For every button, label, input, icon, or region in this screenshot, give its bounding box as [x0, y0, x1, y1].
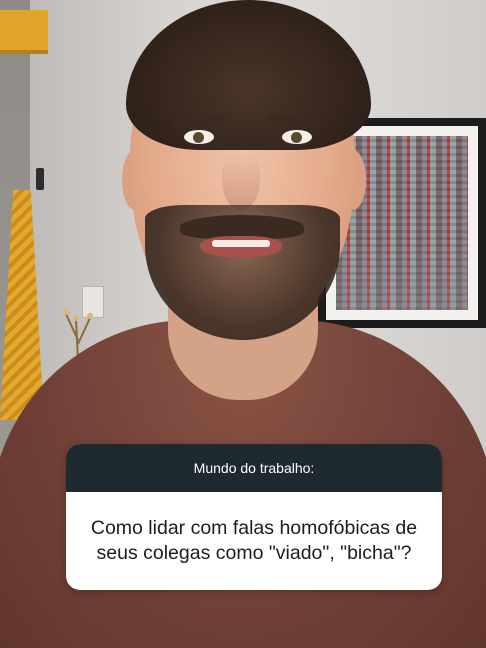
hair [126, 0, 371, 150]
question-sticker: Mundo do trabalho: Como lidar com falas … [66, 444, 442, 590]
question-line-2: seus colegas como "viado", "bicha"? [96, 542, 412, 564]
video-frame: Mundo do trabalho: Como lidar com falas … [0, 0, 486, 648]
question-line-1: Como lidar com falas homofóbicas de [90, 517, 418, 540]
mouth [200, 236, 282, 258]
question-text: Como lidar com falas homofóbicas de seus… [91, 516, 417, 566]
question-sticker-body: Como lidar com falas homofóbicas de seus… [66, 492, 442, 590]
question-sticker-title: Mundo do trabalho: [193, 460, 315, 476]
nose [222, 150, 260, 210]
question-sticker-header: Mundo do trabalho: [66, 444, 442, 492]
right-eye [282, 130, 312, 144]
left-eye [184, 130, 214, 144]
